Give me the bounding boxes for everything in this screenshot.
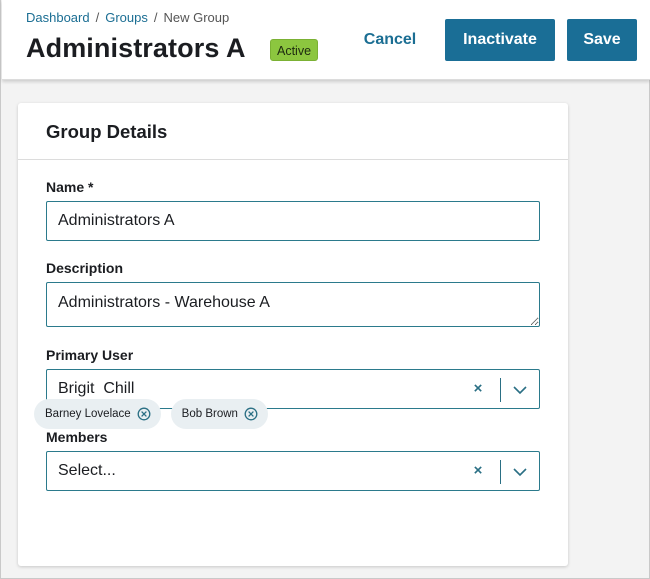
clear-icon[interactable]: × <box>470 381 486 397</box>
description-label: Description <box>46 260 124 276</box>
clear-icon[interactable]: × <box>470 463 486 479</box>
save-button[interactable]: Save <box>567 19 637 61</box>
group-details-card: Group Details Name * Description Adminis… <box>18 103 568 566</box>
chevron-down-icon[interactable] <box>509 462 531 482</box>
members-placeholder: Select... <box>58 462 116 479</box>
breadcrumb-current: New Group <box>163 10 230 25</box>
breadcrumb: Dashboard / Groups / New Group <box>26 10 229 25</box>
primary-user-label: Primary User <box>46 347 134 363</box>
member-tag: Barney Lovelace <box>34 399 161 429</box>
page-header: Dashboard / Groups / New Group Administr… <box>2 0 650 80</box>
members-tags: Barney Lovelace Bob Brown <box>34 399 268 429</box>
status-badge: Active <box>270 39 319 61</box>
inactivate-button[interactable]: Inactivate <box>445 19 555 61</box>
select-divider <box>500 460 501 484</box>
name-input[interactable] <box>46 201 540 241</box>
circle-x-icon[interactable] <box>244 407 258 421</box>
chevron-down-icon[interactable] <box>509 380 531 400</box>
member-tag: Bob Brown <box>170 399 268 429</box>
page-title: Administrators A <box>26 33 246 63</box>
app-frame: Dashboard / Groups / New Group Administr… <box>0 0 650 579</box>
cancel-button[interactable]: Cancel <box>349 19 431 61</box>
breadcrumb-separator: / <box>95 10 100 25</box>
members-select[interactable]: Select... × <box>46 451 540 491</box>
circle-x-icon[interactable] <box>137 407 151 421</box>
card-divider <box>18 159 568 160</box>
breadcrumb-dashboard[interactable]: Dashboard <box>26 10 90 25</box>
member-tag-label: Bob Brown <box>181 408 238 420</box>
name-label: Name * <box>46 179 94 195</box>
primary-user-value: Brigit Chill <box>58 380 135 397</box>
card-title: Group Details <box>46 121 168 142</box>
members-label: Members <box>46 429 108 445</box>
breadcrumb-groups[interactable]: Groups <box>105 10 148 25</box>
breadcrumb-separator: / <box>153 10 158 25</box>
description-textarea[interactable]: Administrators - Warehouse A <box>46 282 540 327</box>
select-divider <box>500 378 501 402</box>
member-tag-label: Barney Lovelace <box>45 408 131 420</box>
